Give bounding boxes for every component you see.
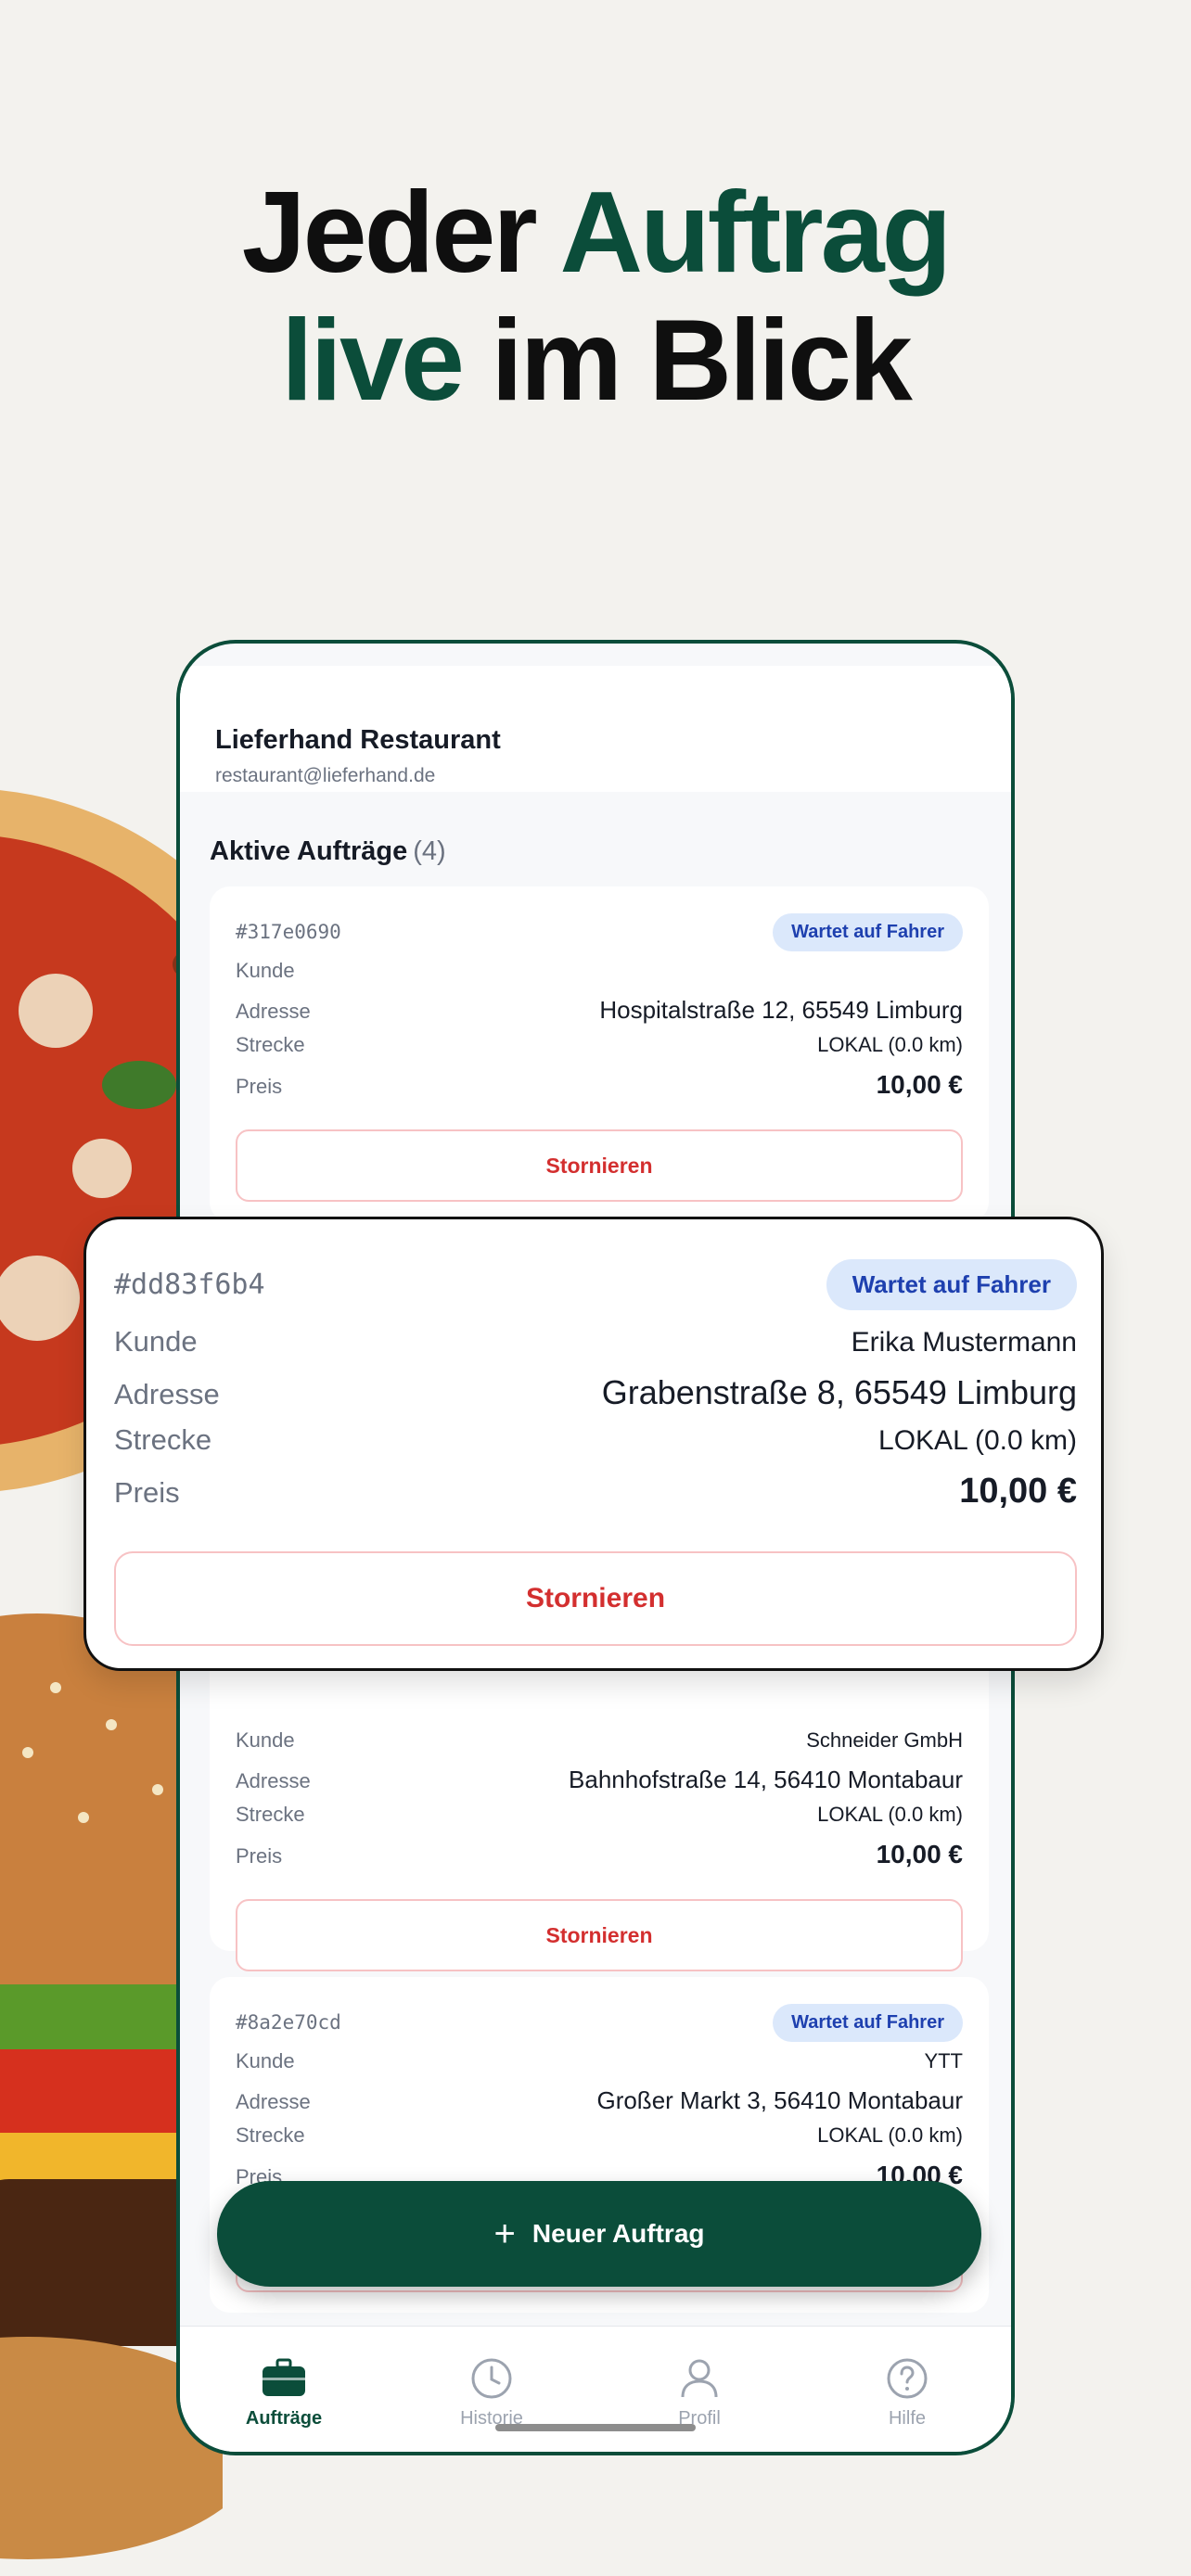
price-label: Preis — [236, 1075, 283, 1098]
customer-label: Kunde — [236, 1728, 295, 1752]
help-icon — [887, 2358, 928, 2399]
order-id: #dd83f6b4 — [114, 1268, 265, 1301]
customer-label: Kunde — [236, 959, 295, 982]
price-value: 10,00 € — [876, 1070, 963, 1099]
price-value: 10,00 € — [876, 1840, 963, 1868]
briefcase-icon — [263, 2358, 305, 2396]
status-badge: Wartet auf Fahrer — [773, 2003, 963, 2042]
order-card-header: #dd83f6b4 Wartet auf Fahrer — [114, 1258, 1077, 1310]
new-order-label: Neuer Auftrag — [531, 2219, 705, 2248]
customer-row: Kunde Schneider GmbH — [236, 1728, 963, 1766]
marketing-headline: Jeder Auftrag live im Blick — [0, 169, 1191, 425]
headline-word: Jeder — [241, 169, 538, 297]
home-indicator — [495, 2424, 696, 2431]
price-label: Preis — [114, 1476, 180, 1509]
address-label: Adresse — [114, 1378, 220, 1410]
cancel-button[interactable]: Stornieren — [236, 1899, 963, 1971]
customer-label: Kunde — [114, 1325, 198, 1358]
headline-line-1: Jeder Auftrag — [0, 169, 1191, 297]
route-value: LOKAL (0.0 km) — [878, 1425, 1077, 1456]
tab-profile[interactable]: Profil — [616, 2354, 783, 2429]
headline-word: im Blick — [491, 297, 913, 425]
tab-orders[interactable]: Aufträge — [200, 2354, 367, 2429]
order-id: #8a2e70cd — [236, 2011, 341, 2034]
address-label: Adresse — [236, 2090, 311, 2113]
customer-value: YTT — [924, 2049, 963, 2072]
address-value: Grabenstraße 8, 65549 Limburg — [601, 1373, 1077, 1411]
address-label: Adresse — [236, 1000, 311, 1023]
order-card-header: #8a2e70cd Wartet auf Fahrer — [236, 2003, 963, 2042]
address-row: Adresse Hospitalstraße 12, 65549 Limburg — [236, 996, 963, 1033]
address-value: Großer Markt 3, 56410 Montabaur — [596, 2086, 963, 2114]
restaurant-email: restaurant@lieferhand.de — [215, 765, 436, 786]
headline-accent-word: Auftrag — [559, 169, 952, 297]
price-value: 10,00 € — [959, 1472, 1077, 1511]
address-label: Adresse — [236, 1769, 311, 1792]
route-label: Strecke — [236, 1033, 305, 1056]
route-row: Strecke LOKAL (0.0 km) — [236, 2123, 963, 2161]
order-id: #317e0690 — [236, 921, 341, 943]
tab-label: Aufträge — [245, 2408, 323, 2429]
customer-row: Kunde YTT — [236, 2049, 963, 2086]
tab-help[interactable]: Hilfe — [824, 2354, 991, 2429]
app-header: Lieferhand Restaurant restaurant@lieferh… — [180, 666, 1011, 792]
active-orders-title: Aktive Aufträge — [210, 836, 408, 866]
cancel-button[interactable]: Stornieren — [236, 1129, 963, 1202]
clock-icon — [471, 2358, 512, 2399]
tab-label: Hilfe — [888, 2408, 926, 2429]
price-label: Preis — [236, 1844, 283, 1868]
order-card: #317e0690 Wartet auf Fahrer Kunde Adress… — [210, 886, 989, 1222]
address-row: Adresse Bahnhofstraße 14, 56410 Montabau… — [236, 1766, 963, 1803]
plus-icon: + — [493, 2213, 516, 2254]
status-badge: Wartet auf Fahrer — [826, 1258, 1077, 1310]
route-value: LOKAL (0.0 km) — [817, 2123, 963, 2147]
route-row: Strecke LOKAL (0.0 km) — [114, 1423, 1077, 1472]
cancel-button[interactable]: Stornieren — [114, 1551, 1077, 1646]
route-value: LOKAL (0.0 km) — [817, 1033, 963, 1056]
customer-value: Schneider GmbH — [806, 1728, 963, 1752]
address-row: Adresse Grabenstraße 8, 65549 Limburg — [114, 1373, 1077, 1423]
route-label: Strecke — [114, 1423, 212, 1456]
customer-label: Kunde — [236, 2049, 295, 2072]
tab-history[interactable]: Historie — [408, 2354, 575, 2429]
order-card-header: #317e0690 Wartet auf Fahrer — [236, 912, 963, 951]
price-row: Preis 10,00 € — [236, 1070, 963, 1111]
price-row: Preis 10,00 € — [114, 1472, 1077, 1524]
route-row: Strecke LOKAL (0.0 km) — [236, 1033, 963, 1070]
headline-accent-word: live — [281, 297, 465, 425]
active-orders-heading: Aktive Aufträge (4) — [210, 836, 446, 867]
restaurant-name: Lieferhand Restaurant — [215, 725, 501, 755]
new-order-button[interactable]: + Neuer Auftrag — [217, 2181, 981, 2287]
customer-row: Kunde — [236, 959, 963, 996]
order-card: Kunde Schneider GmbH Adresse Bahnhofstra… — [210, 1645, 989, 1971]
active-orders-count: (4) — [413, 836, 446, 866]
customer-row: Kunde Erika Mustermann — [114, 1325, 1077, 1373]
route-label: Strecke — [236, 2123, 305, 2147]
route-row: Strecke LOKAL (0.0 km) — [236, 1803, 963, 1840]
highlighted-order-card: #dd83f6b4 Wartet auf Fahrer Kunde Erika … — [83, 1217, 1104, 1671]
address-row: Adresse Großer Markt 3, 56410 Montabaur — [236, 2086, 963, 2123]
customer-value: Erika Mustermann — [851, 1327, 1077, 1358]
person-icon — [681, 2359, 718, 2398]
route-label: Strecke — [236, 1803, 305, 1826]
status-badge: Wartet auf Fahrer — [773, 912, 963, 951]
headline-line-2: live im Blick — [0, 297, 1191, 425]
bottom-tab-bar: Aufträge Historie Profil Hilfe — [180, 2326, 1011, 2452]
address-value: Bahnhofstraße 14, 56410 Montabaur — [569, 1766, 963, 1793]
address-value: Hospitalstraße 12, 65549 Limburg — [599, 996, 963, 1024]
route-value: LOKAL (0.0 km) — [817, 1803, 963, 1826]
price-row: Preis 10,00 € — [236, 1840, 963, 1881]
